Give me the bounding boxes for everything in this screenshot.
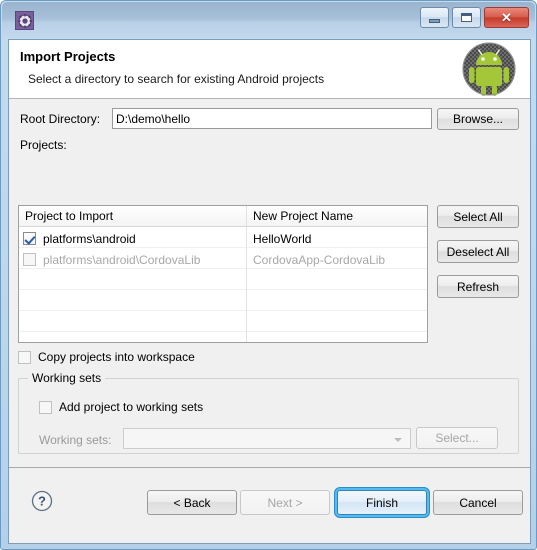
row-checkbox[interactable] [23,253,36,266]
dialog-body: Root Directory: Browse... Projects: Proj… [9,100,530,527]
cancel-button[interactable]: Cancel [433,490,523,515]
add-project-checkbox-row[interactable]: Add project to working sets [39,400,203,414]
deselect-all-button[interactable]: Deselect All [437,240,519,263]
copy-projects-checkbox-row[interactable]: Copy projects into workspace [18,350,195,364]
browse-button[interactable]: Browse... [437,108,519,130]
column-header-new-project-name[interactable]: New Project Name [247,206,427,226]
page-title: Import Projects [20,49,116,64]
minimize-icon [429,18,440,23]
add-project-checkbox[interactable] [39,400,52,414]
refresh-button[interactable]: Refresh [437,275,519,298]
table-row-empty [19,269,427,290]
dialog-footer: ? < Back Next > Finish Cancel [9,467,530,543]
project-path-label: platforms\android [43,231,136,246]
table-row[interactable]: platforms\android\CordovaLib CordovaApp-… [19,248,427,269]
row-checkbox[interactable] [23,232,36,245]
select-all-button[interactable]: Select All [437,205,519,228]
back-button[interactable]: < Back [147,490,237,515]
table-row-empty [19,332,427,342]
copy-projects-checkbox[interactable] [18,350,31,364]
working-sets-group-title: Working sets [28,371,106,385]
copy-projects-label: Copy projects into workspace [38,350,195,364]
working-sets-label: Working sets: [39,433,112,447]
help-icon[interactable]: ? [31,490,53,512]
table-row-empty [19,311,427,332]
maximize-icon [461,13,472,22]
minimize-button[interactable] [420,7,449,28]
banner: Import Projects Select a directory to se… [9,40,530,99]
gear-icon [15,11,34,30]
table-cell-project[interactable]: platforms\android\CordovaLib [19,248,247,268]
title-bar: ✕ [2,2,535,39]
svg-text:?: ? [38,494,46,509]
android-robot-icon [460,40,518,98]
table-cell-new-name[interactable]: HelloWorld [247,227,427,247]
column-header-project-to-import[interactable]: Project to Import [19,206,247,226]
working-sets-combobox[interactable] [123,428,411,449]
dialog-window: ✕ Import Projects Select a directory to … [0,0,537,550]
add-project-label: Add project to working sets [59,400,204,414]
table-row-empty [19,290,427,311]
dialog-content: Import Projects Select a directory to se… [8,39,531,544]
table-row[interactable]: platforms\android HelloWorld [19,227,427,248]
finish-button[interactable]: Finish [337,490,427,515]
close-icon: ✕ [501,10,512,25]
chevron-down-icon [394,438,402,442]
window-controls: ✕ [420,7,529,28]
table-cell-project[interactable]: platforms\android [19,227,247,247]
root-directory-label: Root Directory: [20,112,101,126]
next-button[interactable]: Next > [240,490,330,515]
root-directory-input[interactable] [112,108,432,129]
project-path-label: platforms\android\CordovaLib [43,252,201,267]
select-working-sets-button[interactable]: Select... [416,427,498,449]
table-cell-new-name[interactable]: CordovaApp-CordovaLib [247,248,427,268]
maximize-button[interactable] [452,7,481,28]
projects-table[interactable]: Project to Import New Project Name platf… [18,205,428,343]
close-button[interactable]: ✕ [484,7,529,28]
table-header: Project to Import New Project Name [19,206,427,227]
page-subtitle: Select a directory to search for existin… [28,72,325,86]
projects-label: Projects: [20,138,67,152]
